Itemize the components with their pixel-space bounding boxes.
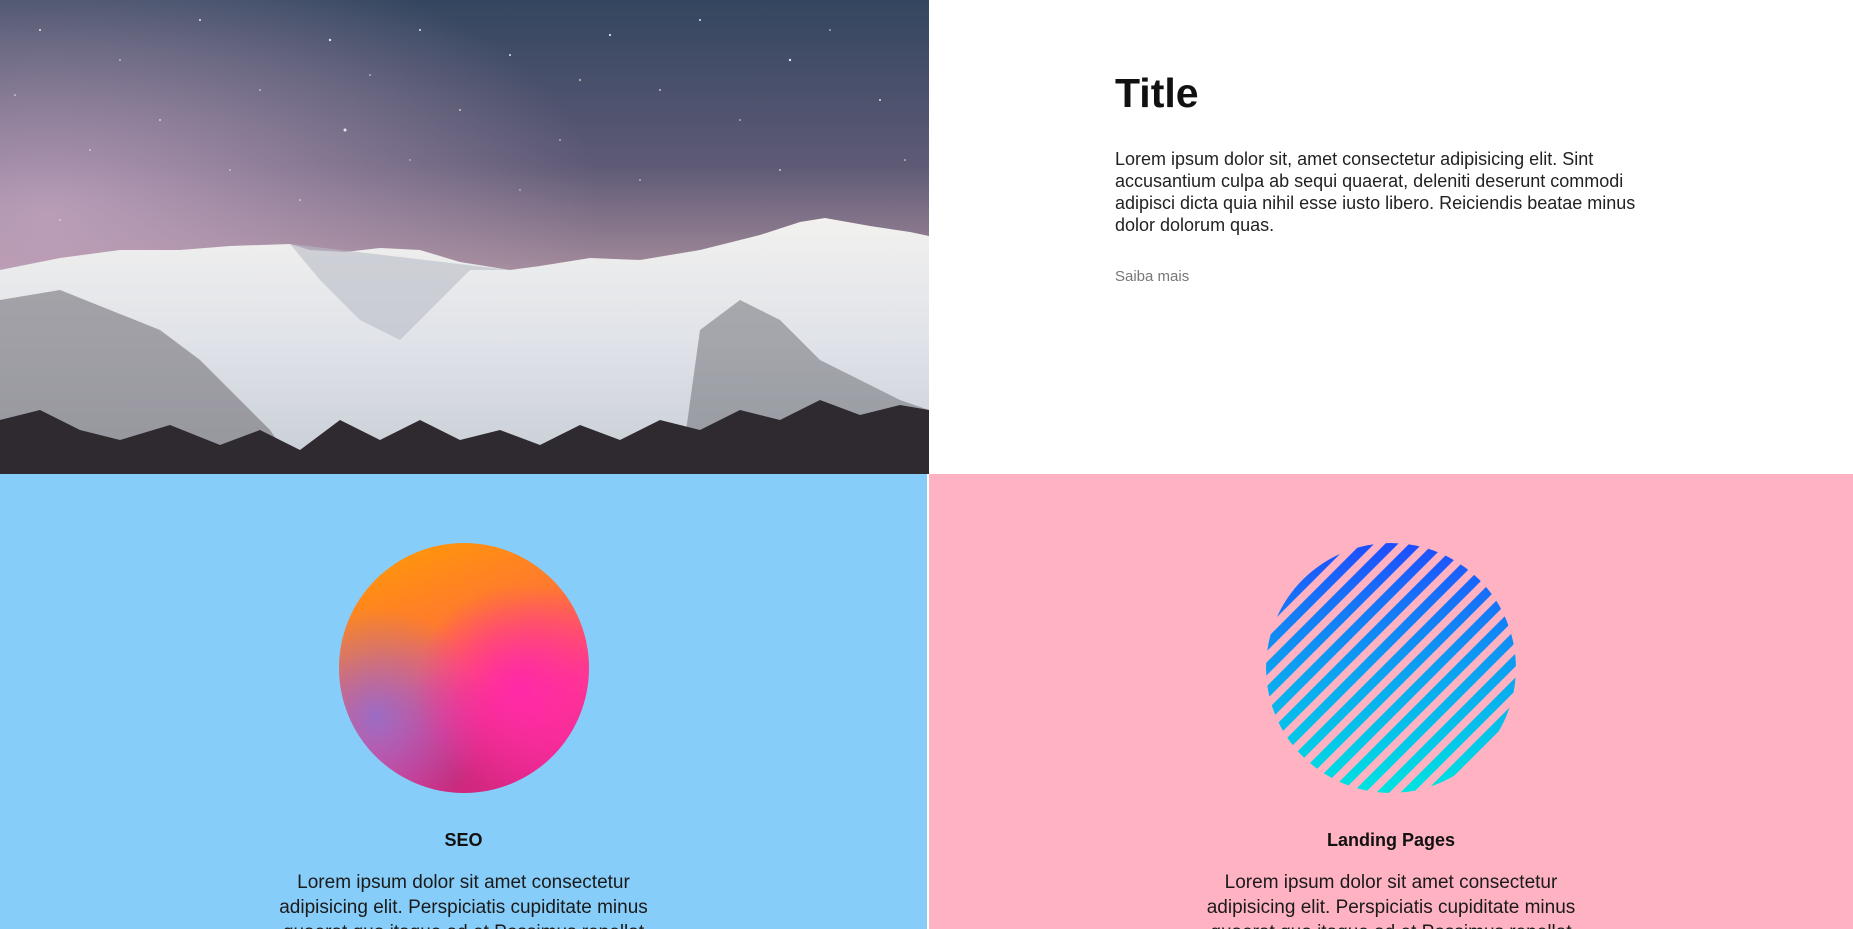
mountain-night-photo — [0, 0, 929, 474]
card-seo: SEO Lorem ipsum dolor sit amet consectet… — [0, 474, 927, 929]
card-description: Lorem ipsum dolor sit amet consectetur a… — [1206, 872, 1576, 929]
card-description: Lorem ipsum dolor sit amet consectetur a… — [279, 872, 648, 929]
hero-description: Lorem ipsum dolor sit, amet consectetur … — [1115, 149, 1636, 235]
striped-circle-icon — [1266, 543, 1516, 793]
card-title: Landing Pages — [1326, 830, 1456, 850]
mountain-illustration — [0, 0, 929, 474]
page-title: Title — [1115, 70, 1199, 116]
striped-circle-graphic — [1266, 543, 1516, 793]
hero-text-panel: Title Lorem ipsum dolor sit, amet consec… — [929, 0, 1853, 474]
card-landing-pages: Landing Pages Lorem ipsum dolor sit amet… — [929, 474, 1853, 929]
gradient-orb-icon — [338, 543, 589, 793]
learn-more-link[interactable]: Saiba mais — [1115, 268, 1189, 285]
page: Title Lorem ipsum dolor sit, amet consec… — [0, 0, 1853, 929]
card-title: SEO — [444, 830, 483, 850]
